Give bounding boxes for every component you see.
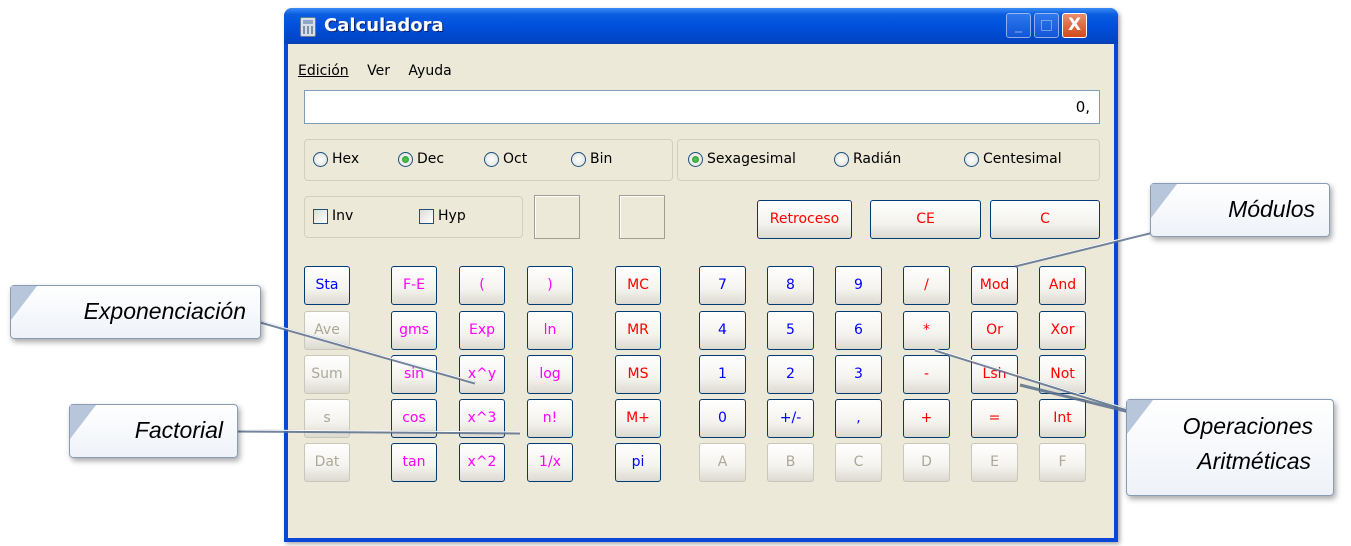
callout-factorial-text: Factorial — [134, 417, 223, 443]
callout-exponenciacion: Exponenciación — [10, 285, 261, 339]
callout-factorial: Factorial — [69, 404, 238, 458]
callout-corner-fold — [11, 286, 37, 320]
callout-operaciones-line1: Operaciones — [1182, 413, 1313, 439]
callout-operaciones-line2: Aritméticas — [1197, 448, 1311, 474]
callout-modulos: Módulos — [1150, 183, 1330, 237]
callout-exponenciacion-text: Exponenciación — [83, 298, 246, 324]
callout-corner-fold — [70, 405, 96, 439]
callout-corner-fold — [1151, 184, 1177, 218]
callout-operaciones: Operaciones Aritméticas — [1126, 399, 1334, 496]
callout-modulos-text: Módulos — [1228, 196, 1315, 222]
callout-corner-fold — [1127, 400, 1153, 434]
